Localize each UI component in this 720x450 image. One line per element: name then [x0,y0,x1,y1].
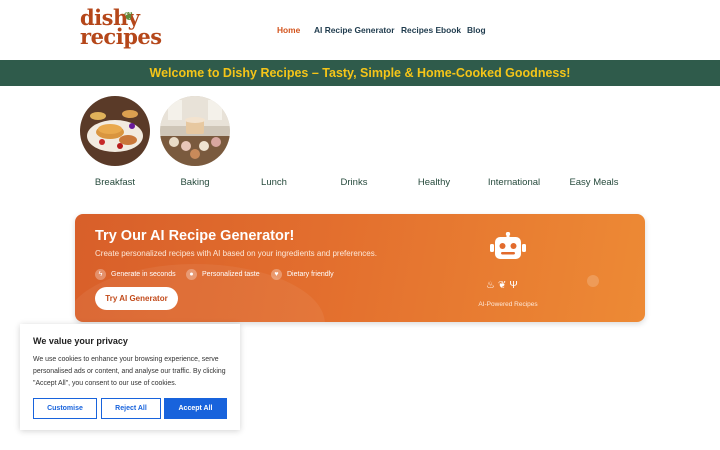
lightning-icon: ϟ [95,268,106,280]
pepper-icon: ♨ [486,280,498,291]
baking-image[interactable] [160,96,230,166]
nav-recipes-ebook[interactable]: Recipes Ebook [401,25,461,35]
try-ai-generator-button[interactable]: Try AI Generator [95,287,178,310]
cookie-description: We use cookies to enhance your browsing … [33,356,226,387]
leaf-icon: ❦ [124,10,133,23]
utensils-icon: Ψ [509,280,521,291]
reject-all-button[interactable]: Reject All [101,398,161,419]
nav-ai-recipe-generator[interactable]: AI Recipe Generator [314,25,395,35]
category-baking[interactable]: Baking [155,177,235,188]
ai-generator-card: Try Our AI Recipe Generator! Create pers… [75,214,645,322]
food-icons: ♨❦Ψ [486,280,521,291]
feature-dietary-label: Dietary friendly [287,270,334,278]
welcome-banner: Welcome to Dishy Recipes – Tasty, Simple… [0,60,720,86]
herb-icon: ❦ [497,280,510,291]
nav-home[interactable]: Home [277,25,300,35]
feature-dietary: ♥ Dietary friendly [271,268,334,280]
site-header: dishy recipes ❦ Home AI Recipe Generator… [0,0,720,60]
category-breakfast[interactable]: Breakfast [75,177,155,188]
category-healthy[interactable]: Healthy [394,177,474,188]
customise-button[interactable]: Customise [33,398,97,419]
feature-personalized-label: Personalized taste [202,270,260,278]
main-nav: Home AI Recipe Generator Recipes Ebook B… [0,25,720,39]
feature-generate-label: Generate in seconds [111,270,176,278]
robot-icon [490,232,526,259]
ai-powered-label: AI-Powered Recipes [478,301,538,308]
user-icon: ● [186,268,197,280]
cookie-title: We value your privacy [33,336,128,346]
heart-icon: ♥ [271,268,282,280]
category-drinks[interactable]: Drinks [314,177,394,188]
decorative-circle [587,275,599,287]
nav-blog[interactable]: Blog [467,25,486,35]
banner-text: Welcome to Dishy Recipes – Tasty, Simple… [149,66,571,80]
accept-all-button[interactable]: Accept All [164,398,227,419]
ai-card-subtitle: Create personalized recipes with AI base… [95,249,377,258]
breakfast-image[interactable] [80,96,150,166]
category-international[interactable]: International [474,177,554,188]
ai-card-title: Try Our AI Recipe Generator! [95,228,295,244]
category-lunch[interactable]: Lunch [234,177,314,188]
feature-personalized: ● Personalized taste [186,268,260,280]
feature-generate: ϟ Generate in seconds [95,268,176,280]
category-easy-meals[interactable]: Easy Meals [554,177,634,188]
cookie-consent-dialog: We value your privacy We use cookies to … [20,324,240,430]
